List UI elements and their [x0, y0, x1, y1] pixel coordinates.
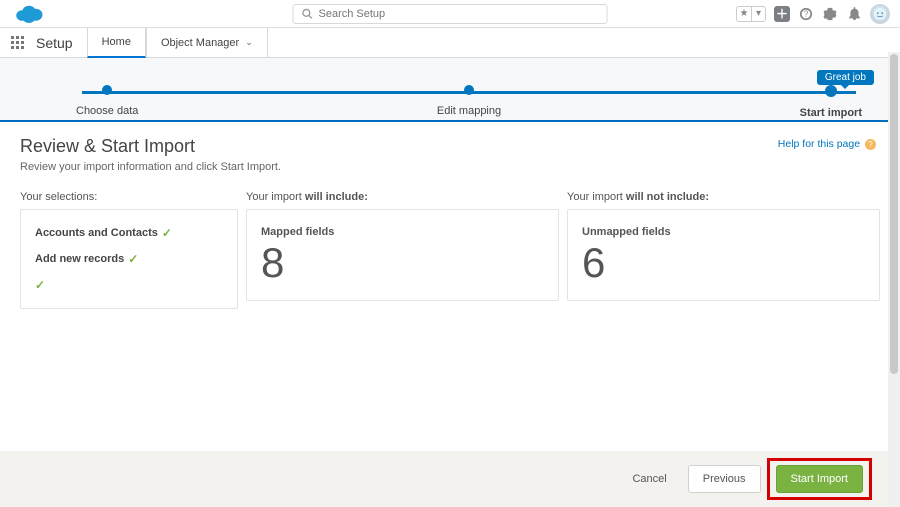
- check-icon: ✓: [35, 278, 223, 292]
- check-icon: ✓: [128, 252, 138, 266]
- include-title: Your import will include:: [246, 191, 559, 203]
- tab-label: Home: [102, 36, 131, 48]
- step-label: Edit mapping: [437, 105, 501, 117]
- page-subtitle: Review your import information and click…: [20, 161, 880, 173]
- global-add-icon[interactable]: ＋: [774, 6, 790, 22]
- vertical-scrollbar[interactable]: [888, 52, 900, 507]
- chevron-down-icon: ▾: [751, 7, 765, 21]
- chevron-down-icon: ⌄: [245, 37, 253, 48]
- include-card: Mapped fields 8: [246, 209, 559, 301]
- global-header: ★ ▾ ＋ ?: [0, 0, 900, 28]
- step-dot-icon: [825, 85, 837, 97]
- star-icon: ★: [737, 7, 751, 21]
- app-launcher-icon[interactable]: [0, 28, 36, 57]
- favorites-toggle[interactable]: ★ ▾: [736, 6, 766, 22]
- selections-title: Your selections:: [20, 191, 238, 203]
- start-import-button[interactable]: Start Import: [776, 465, 863, 493]
- wizard-step-edit-mapping[interactable]: Edit mapping: [437, 85, 501, 119]
- selections-card: Accounts and Contacts ✓ Add new records …: [20, 209, 238, 309]
- page-title: Review & Start Import: [20, 136, 880, 157]
- highlight-annotation: Start Import: [767, 458, 872, 500]
- check-icon: ✓: [162, 226, 172, 240]
- wizard-step-start-import[interactable]: Start import: [800, 85, 862, 119]
- tab-home[interactable]: Home: [87, 28, 146, 58]
- svg-text:?: ?: [804, 9, 809, 18]
- stat-label: Unmapped fields: [582, 226, 865, 238]
- app-nav: Setup Home Object Manager ⌄: [0, 28, 900, 58]
- wizard-tooltip: Great job: [817, 70, 874, 85]
- tab-object-manager[interactable]: Object Manager ⌄: [146, 28, 268, 57]
- bell-icon[interactable]: [846, 6, 862, 22]
- help-bubble-icon: ?: [865, 139, 876, 150]
- help-for-page-link[interactable]: Help for this page ?: [778, 138, 876, 150]
- wizard-progress: Great job Choose data Edit mapping Start…: [0, 58, 900, 122]
- gear-icon[interactable]: [822, 6, 838, 22]
- stat-value: 6: [582, 242, 865, 284]
- title-bold: will include:: [305, 191, 368, 203]
- include-column: Your import will include: Mapped fields …: [246, 191, 559, 309]
- selection-text: Add new records: [35, 253, 124, 265]
- title-prefix: Your import: [567, 191, 626, 203]
- tab-label: Object Manager: [161, 37, 239, 49]
- step-label: Choose data: [76, 105, 138, 117]
- exclude-column: Your import will not include: Unmapped f…: [567, 191, 880, 309]
- help-icon[interactable]: ?: [798, 6, 814, 22]
- wizard-footer: Cancel Previous Start Import: [0, 451, 900, 507]
- selection-item: Add new records ✓: [35, 252, 223, 266]
- stat-value: 8: [261, 242, 544, 284]
- header-utility-icons: ★ ▾ ＋ ?: [736, 4, 890, 24]
- selection-item: Accounts and Contacts ✓: [35, 226, 223, 240]
- title-bold: will not include:: [626, 191, 709, 203]
- scrollbar-thumb[interactable]: [890, 54, 898, 374]
- stat-label: Mapped fields: [261, 226, 544, 238]
- wizard-step-choose-data[interactable]: Choose data: [76, 85, 138, 119]
- salesforce-logo-icon: [14, 3, 44, 25]
- selection-text: Accounts and Contacts: [35, 227, 158, 239]
- search-icon: [302, 8, 313, 19]
- help-link-text: Help for this page: [778, 138, 860, 150]
- step-label: Start import: [800, 107, 862, 119]
- app-title: Setup: [36, 28, 87, 57]
- cancel-button[interactable]: Cancel: [617, 465, 681, 493]
- exclude-card: Unmapped fields 6: [567, 209, 880, 301]
- step-dot-icon: [102, 85, 112, 95]
- previous-button[interactable]: Previous: [688, 465, 761, 493]
- exclude-title: Your import will not include:: [567, 191, 880, 203]
- global-search[interactable]: [293, 4, 608, 24]
- selections-column: Your selections: Accounts and Contacts ✓…: [20, 191, 238, 309]
- search-input[interactable]: [319, 8, 599, 20]
- step-dot-icon: [464, 85, 474, 95]
- main-content: Help for this page ? Review & Start Impo…: [0, 122, 900, 323]
- title-prefix: Your import: [246, 191, 305, 203]
- avatar[interactable]: [870, 4, 890, 24]
